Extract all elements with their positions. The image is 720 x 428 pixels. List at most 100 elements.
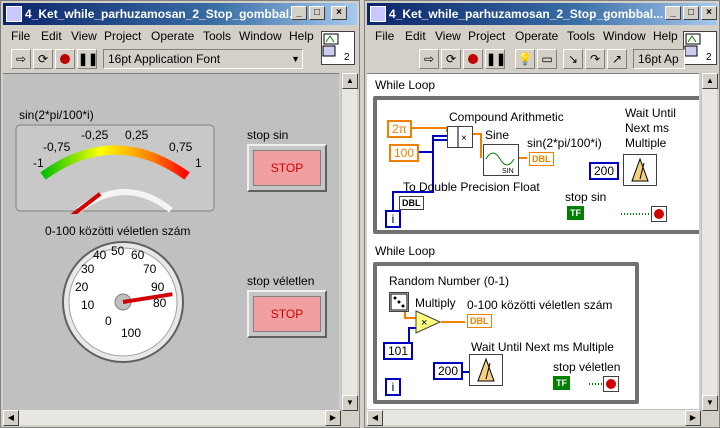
maximize-button[interactable]: □: [683, 6, 699, 20]
step-into-icon[interactable]: ↘: [563, 49, 583, 69]
random-dial[interactable]: [61, 240, 185, 364]
const-101[interactable]: 101: [383, 342, 414, 360]
gauge-tick: -1: [33, 156, 44, 170]
wait-metronome-icon-2[interactable]: [469, 354, 503, 386]
vi-icon: [6, 6, 22, 22]
dial-tick: 0: [105, 314, 112, 328]
dial-tick: 20: [75, 280, 89, 294]
scroll-right-icon[interactable]: ▶: [325, 410, 341, 426]
front-toolbar: ⇨ ⟳ ❚❚ 16pt Application Font ▼: [3, 47, 357, 71]
retain-wire-values-icon[interactable]: ▭: [537, 49, 557, 69]
diagram-toolbar: ⇨ ⟳ ❚❚ 💡 ▭ ↘ ↷ ↗ 16pt Ap: [367, 47, 717, 71]
stop-sin-label: stop sin: [247, 128, 289, 142]
menu-window[interactable]: Window: [239, 29, 282, 43]
menu-view[interactable]: View: [435, 29, 461, 43]
gauge-tick: -0,25: [81, 128, 109, 142]
random-indicator-terminal[interactable]: DBL: [467, 314, 492, 328]
menu-help[interactable]: Help: [653, 29, 678, 43]
run-continuously-icon[interactable]: ⟳: [33, 49, 53, 69]
const-200-2[interactable]: 200: [433, 362, 464, 380]
menu-window[interactable]: Window: [603, 29, 646, 43]
loop2-stop-condition-icon[interactable]: [603, 376, 619, 392]
front-panel-titlebar[interactable]: 4_Ket_while_parhuzamosan_2_Stop_gombbal.…: [3, 3, 357, 25]
random-number-label: Random Number (0-1): [389, 274, 510, 288]
menu-file[interactable]: File: [11, 29, 30, 43]
close-button[interactable]: ×: [331, 6, 347, 20]
dial-tick: 60: [131, 248, 145, 262]
scroll-left-icon[interactable]: ◀: [367, 410, 383, 426]
block-diagram-window: 4_Ket_while_parhuzamosan_2_Stop_gombbal.…: [364, 0, 720, 428]
scroll-up-icon[interactable]: ▲: [702, 73, 718, 89]
pause-icon[interactable]: ❚❚: [77, 49, 98, 69]
pause-icon[interactable]: ❚❚: [485, 49, 506, 69]
stop-random-terminal[interactable]: TF: [553, 376, 570, 390]
dial-tick: 10: [81, 298, 95, 312]
dial-tick: 40: [93, 248, 107, 262]
front-vertical-scrollbar[interactable]: ▲ ▼: [341, 73, 358, 411]
menu-tools[interactable]: Tools: [567, 29, 595, 43]
gauge-meter[interactable]: [15, 124, 215, 214]
stop-sin-button[interactable]: STOP: [247, 144, 327, 192]
loop2-iteration-terminal[interactable]: i: [385, 378, 401, 396]
stop-random-terminal-label: stop véletlen: [553, 360, 621, 374]
scroll-up-icon[interactable]: ▲: [342, 73, 358, 89]
wait-until-label-2: Wait Until Next ms Multiple: [471, 340, 614, 354]
step-over-icon[interactable]: ↷: [585, 49, 605, 69]
dial-tick: 100: [121, 326, 142, 340]
diagram-horizontal-scrollbar[interactable]: ◀ ▶: [367, 409, 701, 426]
minimize-button[interactable]: _: [291, 6, 307, 20]
scroll-down-icon[interactable]: ▼: [342, 395, 358, 411]
dial-tick: 30: [81, 262, 95, 276]
menu-operate[interactable]: Operate: [151, 29, 194, 43]
scroll-down-icon[interactable]: ▼: [702, 395, 718, 411]
gauge-label: sin(2*pi/100*i): [19, 108, 94, 122]
diagram-vertical-scrollbar[interactable]: ▲ ▼: [701, 73, 718, 411]
multiply-node[interactable]: ×: [415, 310, 441, 334]
step-out-icon[interactable]: ↗: [607, 49, 627, 69]
menu-edit[interactable]: Edit: [41, 29, 62, 43]
diagram-titlebar[interactable]: 4_Ket_while_parhuzamosan_2_Stop_gombbal.…: [367, 3, 717, 25]
menu-file[interactable]: File: [375, 29, 394, 43]
menu-project[interactable]: Project: [104, 29, 141, 43]
font-selector[interactable]: 16pt Application Font ▼: [103, 49, 303, 69]
window-title: 4_Ket_while_parhuzamosan_2_Stop_gombbal.…: [389, 7, 664, 21]
dial-tick: 50: [111, 244, 125, 258]
dial-tick: 90: [151, 280, 165, 294]
front-panel-window: 4_Ket_while_parhuzamosan_2_Stop_gombbal.…: [0, 0, 360, 428]
front-horizontal-scrollbar[interactable]: ◀ ▶: [3, 409, 341, 426]
font-selector[interactable]: 16pt Ap: [633, 49, 685, 69]
scroll-left-icon[interactable]: ◀: [3, 410, 19, 426]
menu-project[interactable]: Project: [468, 29, 505, 43]
menu-help[interactable]: Help: [289, 29, 314, 43]
multiply-label: Multiply: [415, 296, 456, 310]
menu-tools[interactable]: Tools: [203, 29, 231, 43]
run-continuously-icon[interactable]: ⟳: [441, 49, 461, 69]
stop-random-button[interactable]: STOP: [247, 290, 327, 338]
minimize-button[interactable]: _: [665, 6, 681, 20]
menu-operate[interactable]: Operate: [515, 29, 558, 43]
maximize-button[interactable]: □: [309, 6, 325, 20]
gauge-tick: 0,75: [169, 140, 193, 154]
dial-tick: 70: [143, 262, 157, 276]
block-diagram-canvas: While Loop 2π 100 Compound Arithmetic × …: [367, 73, 699, 425]
svg-text:×: ×: [421, 317, 427, 329]
abort-icon[interactable]: [55, 49, 75, 69]
highlight-execution-icon[interactable]: 💡: [515, 49, 535, 69]
run-arrow-icon[interactable]: ⇨: [11, 49, 31, 69]
window-title: 4_Ket_while_parhuzamosan_2_Stop_gombbal.…: [25, 7, 300, 21]
menu-view[interactable]: View: [71, 29, 97, 43]
random-indicator-label: 0-100 közötti véletlen szám: [467, 298, 613, 312]
scroll-right-icon[interactable]: ▶: [685, 410, 701, 426]
dice-icon[interactable]: [389, 292, 409, 312]
gauge-tick: 0,25: [125, 128, 149, 142]
run-arrow-icon[interactable]: ⇨: [419, 49, 439, 69]
loop2-wires: [404, 310, 603, 385]
dial-tick: 80: [153, 296, 167, 310]
close-button[interactable]: ×: [701, 6, 717, 20]
abort-icon[interactable]: [463, 49, 483, 69]
gauge-tick: 1: [195, 156, 202, 170]
stop-random-label: stop véletlen: [247, 274, 315, 288]
menu-edit[interactable]: Edit: [405, 29, 426, 43]
gauge-tick: -0,75: [43, 140, 71, 154]
dial-label: 0-100 közötti véletlen szám: [45, 224, 191, 238]
